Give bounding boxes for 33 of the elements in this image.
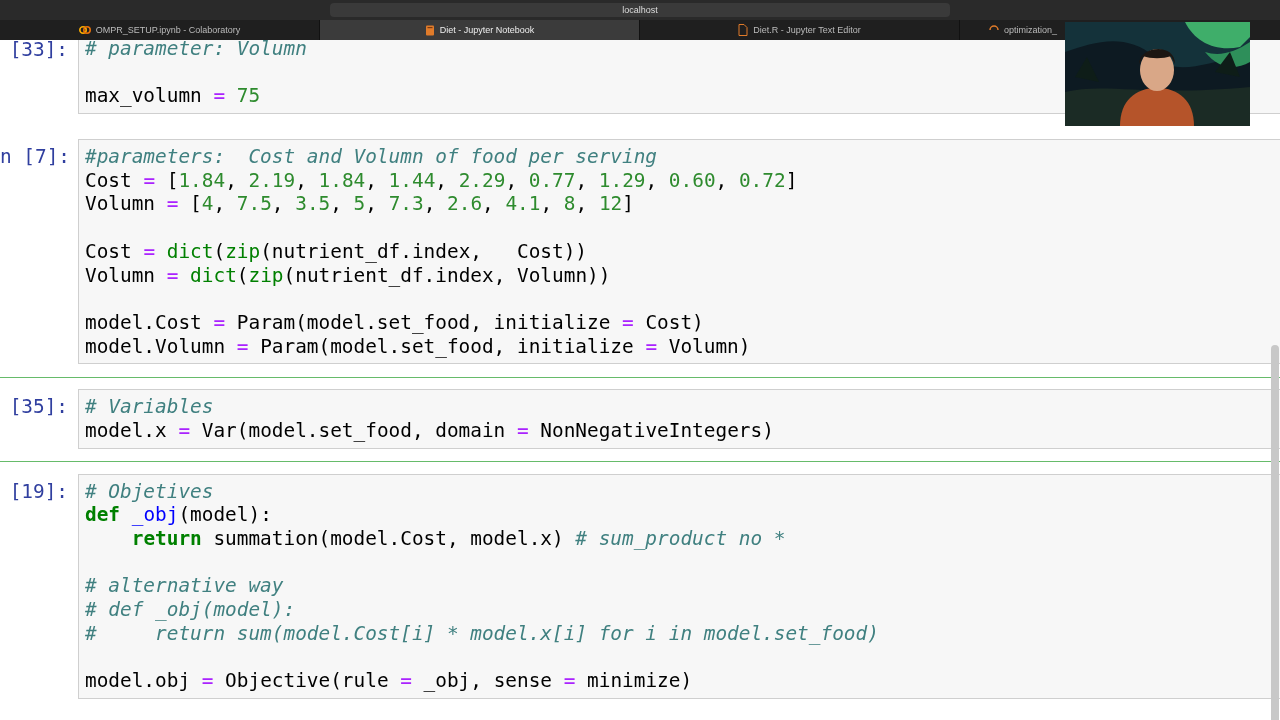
code-cell[interactable]: # Variables model.x = Var(model.set_food, domain = NonNegativeIntegers)	[78, 389, 1280, 449]
code-line: max_volumn = 75	[85, 84, 262, 109]
code-line: model.obj = Objective(rule = _obj, sense = minimize)	[85, 669, 694, 693]
code-line: Volumn = dict(zip(nutrient_df.index, Volumn))	[85, 263, 612, 288]
address-bar[interactable]: localhost	[330, 3, 950, 17]
notebook-cell[interactable]: [35]: # Variables model.x = Var(model.set_food, domain = NonNegativeIntegers)	[0, 377, 1280, 462]
document-icon	[738, 24, 749, 36]
code-line: Cost = [1.84, 2.19, 1.84, 1.44, 2.29, 0.77, 1.29, 0.60, 0.72]	[85, 168, 799, 193]
cell-prompt: [19]:	[8, 478, 69, 505]
code-cell[interactable]	[78, 473, 1280, 699]
code-line: model.Volumn = Param(model.set_food, initialize = Volumn)	[85, 334, 752, 359]
rings-icon	[78, 25, 91, 35]
notebook-icon	[424, 24, 435, 36]
code-line: # return sum(model.Cost[i] * model.x[i] for i in model.set_food)	[85, 621, 880, 646]
cell-prompt: n [7]:	[0, 144, 72, 171]
code-cell[interactable]	[78, 139, 1280, 365]
code-line: #parameters: Cost and Volumn of food per serving	[85, 145, 659, 169]
code-line: # def _obj(model):	[85, 598, 297, 622]
code-line: return summation(model.Cost, model.x) # sum_product no *	[130, 527, 787, 551]
browser-tab[interactable]: optimization_	[960, 20, 1065, 40]
code-line: # Objetives	[85, 479, 215, 504]
code-line: Volumn = [4, 7.5, 3.5, 5, 7.3, 2.6, 4.1, 8, 12]	[85, 192, 635, 217]
code-line: model.Cost = Param(model.set_food, initialize = Cost)	[85, 310, 705, 335]
code-line: # Variables	[85, 395, 215, 419]
cell-prompt: [33]:	[8, 40, 69, 63]
code-line: # alternative way	[85, 574, 285, 599]
code-line: def _obj(model):	[85, 503, 273, 527]
cell-prompt: [35]:	[8, 394, 69, 421]
code-line: # parameter: Volumn	[85, 40, 308, 61]
browser-tab[interactable]: Diet - Jupyter Notebook	[320, 20, 640, 40]
code-line: model.x = Var(model.set_food, domain = NonNegativeIntegers)	[85, 418, 775, 443]
code-line: Cost = dict(zip(nutrient_df.index, Cost))	[85, 239, 589, 264]
scrollbar[interactable]	[1271, 345, 1279, 720]
